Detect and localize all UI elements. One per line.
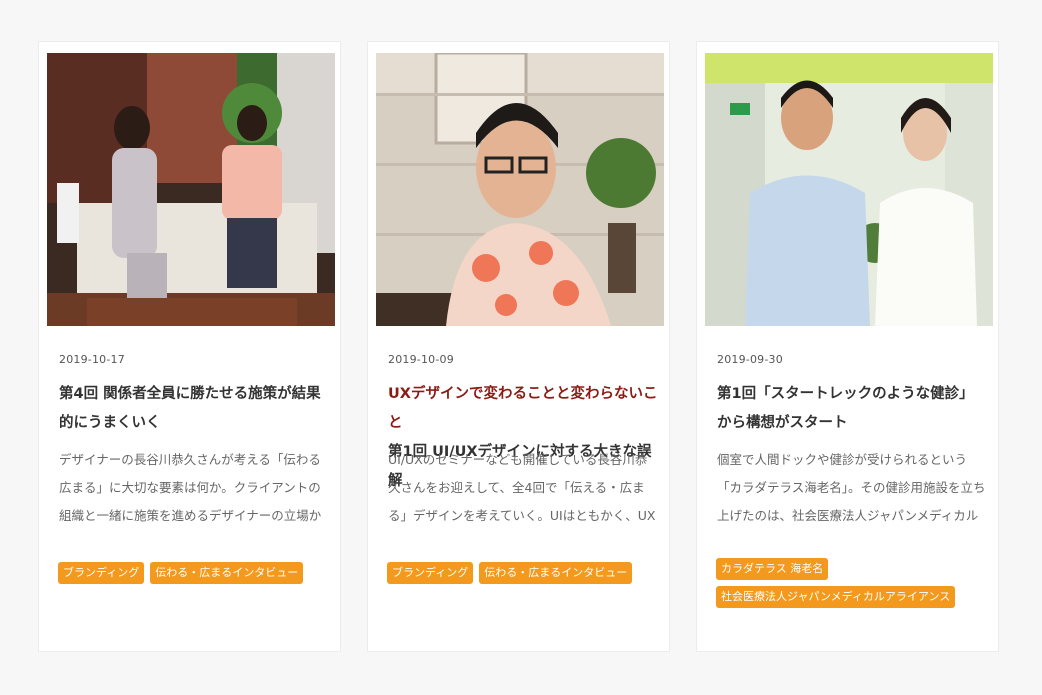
article-title[interactable]: 第4回 関係者全員に勝たせる施策が結果的にうまくいく <box>59 380 329 438</box>
tag[interactable]: ブランディング <box>387 562 474 584</box>
article-date: 2019-09-30 <box>717 353 783 366</box>
tag-list: ブランディング 伝わる・広まるインタビュー <box>58 562 328 584</box>
interview-photo-icon <box>47 53 335 326</box>
article-card[interactable]: 2019-09-30 第1回「スタートレックのような健診」から構想がスタート 個… <box>696 41 999 652</box>
article-title[interactable]: 第1回「スタートレックのような健診」から構想がスタート <box>717 380 987 438</box>
article-excerpt: デザイナーの長谷川恭久さんが考える「伝わる広まる」に大切な要素は何か。クライアン… <box>59 452 322 523</box>
article-photo[interactable] <box>376 53 664 326</box>
article-photo[interactable] <box>47 53 335 326</box>
duo-photo-icon <box>705 53 993 326</box>
tag[interactable]: 社会医療法人ジャパンメディカルアライアンス <box>716 586 956 608</box>
tag[interactable]: 伝わる・広まるインタビュー <box>150 562 304 584</box>
article-excerpt: 個室で人間ドックや健診が受けられるという「カラダテラス海老名」。その健診用施設を… <box>717 452 986 523</box>
tag-list: ブランディング 伝わる・広まるインタビュー <box>387 562 657 584</box>
article-date: 2019-10-09 <box>388 353 454 366</box>
portrait-photo-icon <box>376 53 664 326</box>
tag[interactable]: 伝わる・広まるインタビュー <box>479 562 633 584</box>
tag[interactable]: カラダテラス 海老名 <box>716 558 829 580</box>
article-title-text[interactable]: 第1回「スタートレックのような健診」から構想がスタート <box>717 386 974 431</box>
article-date: 2019-10-17 <box>59 353 125 366</box>
article-photo[interactable] <box>705 53 993 326</box>
article-card[interactable]: 2019-10-17 第4回 関係者全員に勝たせる施策が結果的にうまくいく デザ… <box>38 41 341 652</box>
article-excerpt: UI/UXのセミナーなども開催している長谷川恭久さんをお迎えして、全4回で「伝え… <box>388 452 656 523</box>
tag[interactable]: ブランディング <box>58 562 145 584</box>
article-subtitle[interactable]: UXデザインで変わることと変わらないこと <box>388 380 658 438</box>
article-title-text[interactable]: 第4回 関係者全員に勝たせる施策が結果的にうまくいく <box>59 386 321 431</box>
tag-list: カラダテラス 海老名 社会医療法人ジャパンメディカルアライアンス <box>716 558 986 608</box>
article-card[interactable]: 2019-10-09 UXデザインで変わることと変わらないこと 第1回 UI/U… <box>367 41 670 652</box>
